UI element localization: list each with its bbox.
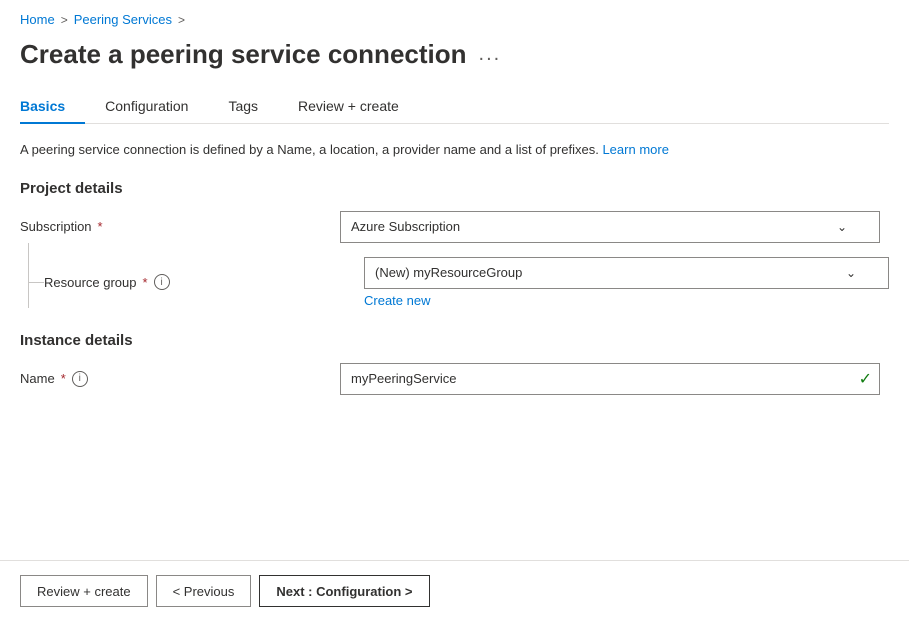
subscription-row: Subscription * Azure Subscription ⌄ xyxy=(20,211,889,243)
name-row: Name * i ✓ xyxy=(20,363,889,395)
breadcrumb-sep-1: > xyxy=(61,13,68,27)
breadcrumb-peering-services[interactable]: Peering Services xyxy=(74,12,172,27)
page-title: Create a peering service connection xyxy=(20,39,467,70)
tab-review-create[interactable]: Review + create xyxy=(278,90,419,124)
breadcrumb-home[interactable]: Home xyxy=(20,12,55,27)
subscription-label: Subscription xyxy=(20,219,92,234)
name-valid-icon: ✓ xyxy=(859,369,872,389)
name-required: * xyxy=(61,371,66,386)
name-info-icon[interactable]: i xyxy=(72,371,88,387)
page-menu-button[interactable]: ... xyxy=(479,43,502,66)
description: A peering service connection is defined … xyxy=(20,140,889,160)
breadcrumb: Home > Peering Services > xyxy=(0,0,909,35)
previous-button[interactable]: < Previous xyxy=(156,575,252,607)
subscription-dropdown[interactable]: Azure Subscription ⌄ xyxy=(340,211,880,243)
page-title-row: Create a peering service connection ... xyxy=(0,35,909,90)
learn-more-link[interactable]: Learn more xyxy=(602,142,668,157)
instance-details-header: Instance details xyxy=(20,332,889,349)
resource-group-info-icon[interactable]: i xyxy=(154,274,170,290)
next-button[interactable]: Next : Configuration > xyxy=(259,575,429,607)
main-content: Basics Configuration Tags Review + creat… xyxy=(0,90,909,560)
resource-group-dropdown[interactable]: (New) myResourceGroup ⌄ xyxy=(364,257,889,289)
resource-group-required: * xyxy=(143,275,148,290)
tab-basics[interactable]: Basics xyxy=(20,90,85,124)
breadcrumb-sep-2: > xyxy=(178,13,185,27)
project-details-section: Project details Subscription * Azure Sub… xyxy=(20,180,889,308)
resource-group-row: Resource group * i (New) myResourceGroup… xyxy=(44,257,889,308)
name-input-wrapper: ✓ xyxy=(340,363,880,395)
footer: Review + create < Previous Next : Config… xyxy=(0,560,909,621)
instance-details-section: Instance details Name * i ✓ xyxy=(20,332,889,395)
subscription-required: * xyxy=(98,219,103,234)
resource-group-label: Resource group xyxy=(44,275,137,290)
review-create-button[interactable]: Review + create xyxy=(20,575,148,607)
create-new-link[interactable]: Create new xyxy=(364,293,889,308)
tab-configuration[interactable]: Configuration xyxy=(85,90,208,124)
name-input[interactable] xyxy=(340,363,880,395)
project-details-header: Project details xyxy=(20,180,889,197)
tab-tags[interactable]: Tags xyxy=(208,90,278,124)
subscription-value: Azure Subscription xyxy=(351,219,460,234)
tab-bar: Basics Configuration Tags Review + creat… xyxy=(20,90,889,124)
resource-group-dropdown-arrow: ⌄ xyxy=(846,266,856,280)
name-label: Name xyxy=(20,371,55,386)
resource-group-value: (New) myResourceGroup xyxy=(375,265,522,280)
subscription-dropdown-arrow: ⌄ xyxy=(837,220,847,234)
